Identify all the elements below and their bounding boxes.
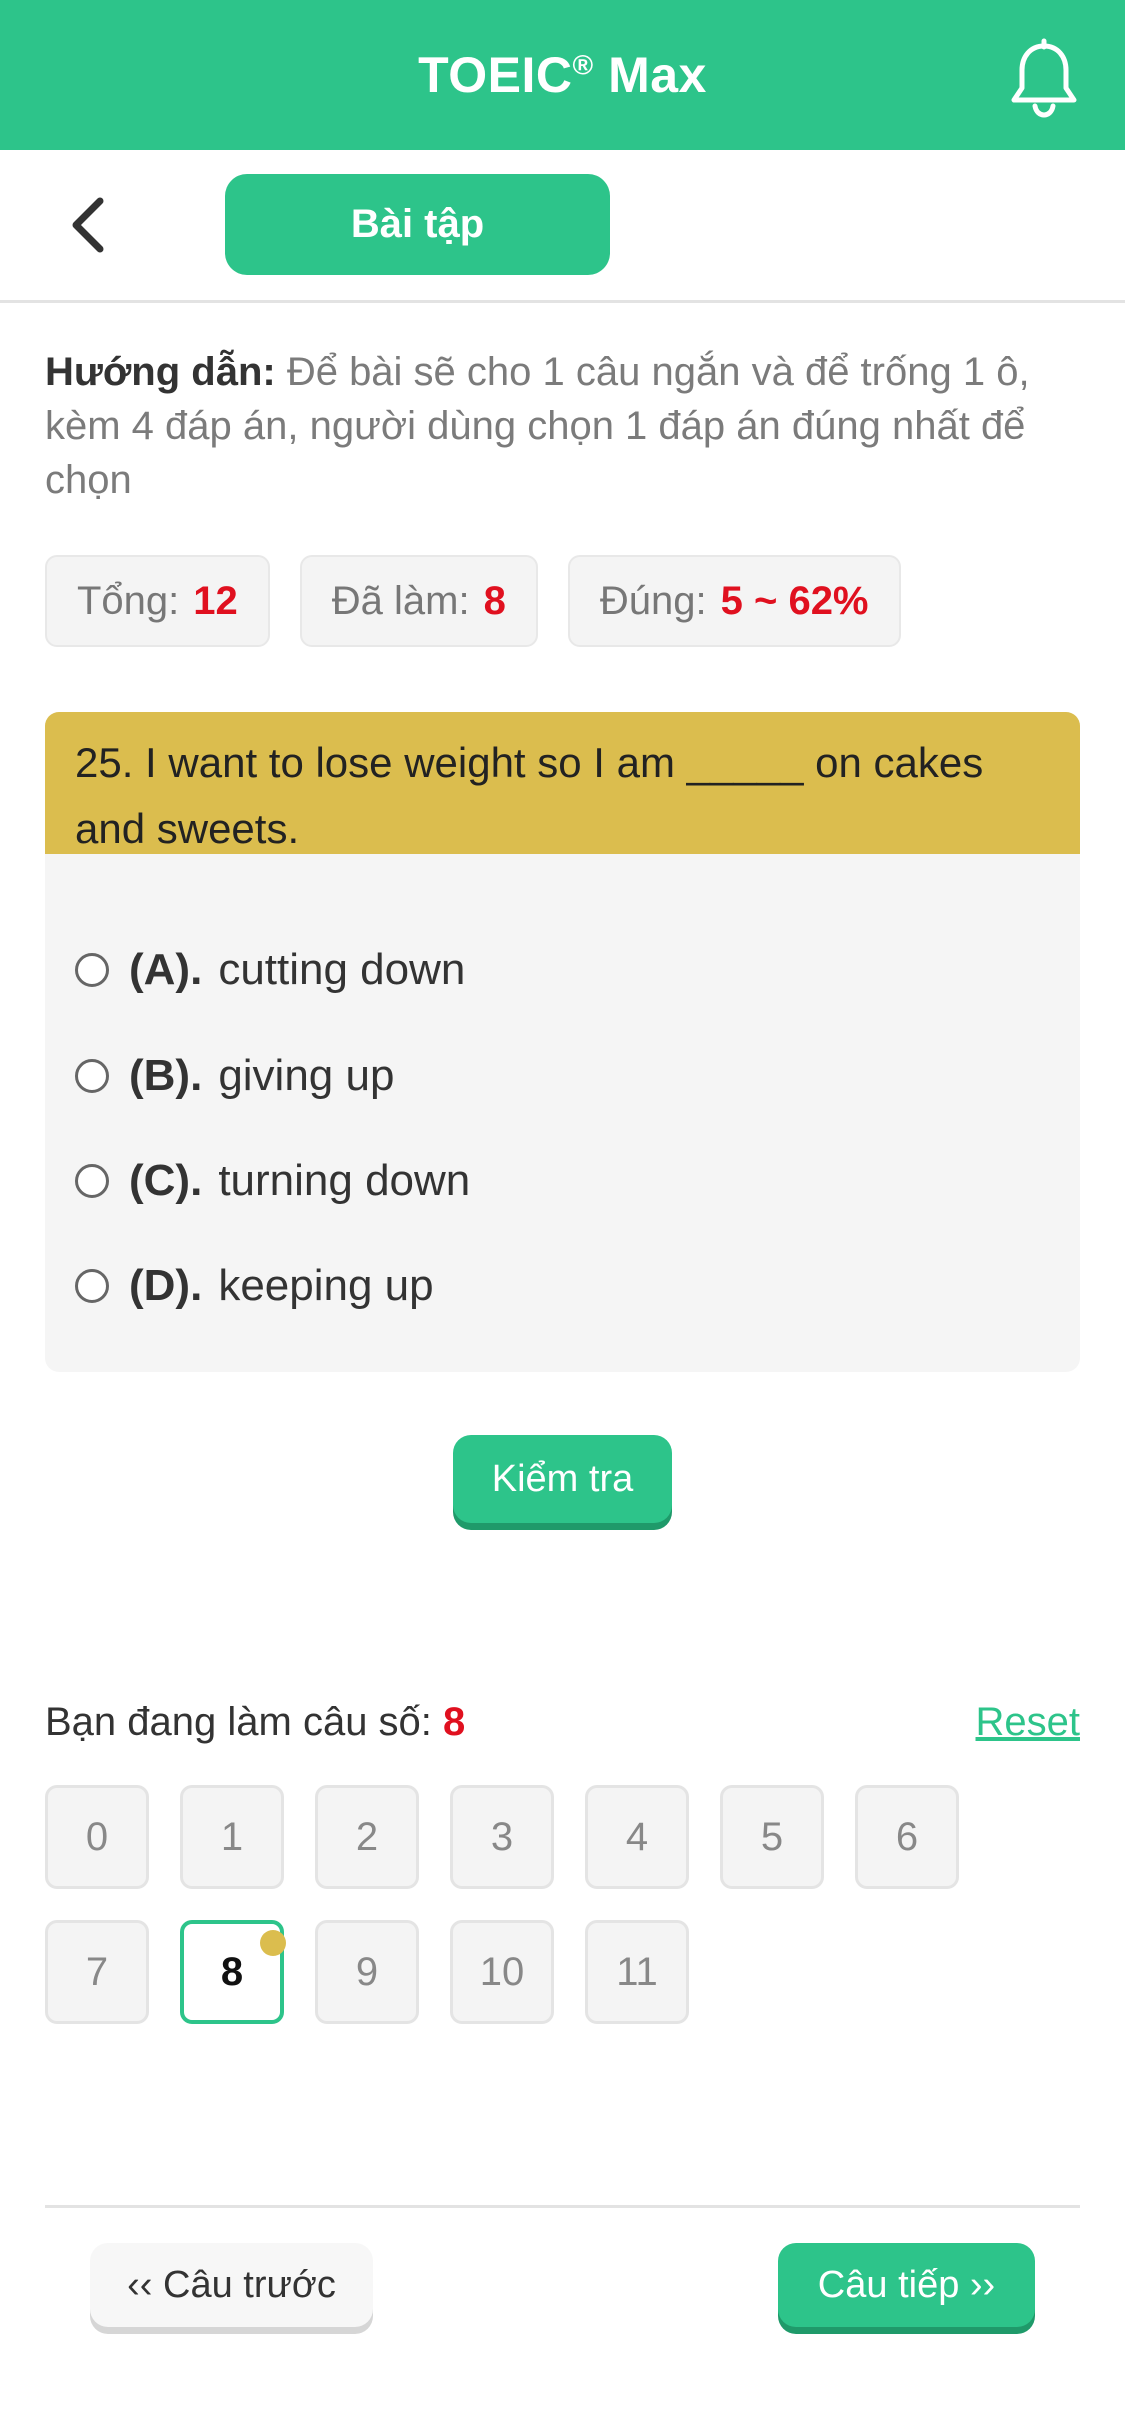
question-text: 25. I want to lose weight so I am _____ … — [45, 712, 1080, 854]
back-arrow-icon[interactable] — [60, 195, 120, 255]
question-number-9[interactable]: 9 — [315, 1920, 419, 2024]
question-number-10[interactable]: 10 — [450, 1920, 554, 2024]
question-number-3[interactable]: 3 — [450, 1785, 554, 1889]
footer-divider — [45, 2205, 1080, 2208]
option-b[interactable]: (B). giving up — [75, 1051, 394, 1101]
current-question-label: Bạn đang làm câu số: 8 — [45, 1700, 466, 1744]
question-number-8[interactable]: 8 — [180, 1920, 286, 2024]
instructions: Hướng dẫn: Để bài sẽ cho 1 câu ngắn và đ… — [45, 345, 1085, 507]
question-number-1[interactable]: 1 — [180, 1785, 284, 1889]
question-number-11[interactable]: 11 — [585, 1920, 689, 2024]
question-number-2[interactable]: 2 — [315, 1785, 419, 1889]
radio-b[interactable] — [75, 1059, 109, 1093]
stat-done: Đã làm: 8 — [299, 555, 538, 647]
instructions-label: Hướng dẫn: — [45, 350, 276, 394]
app-title: TOEIC® Max — [418, 47, 707, 103]
radio-c[interactable] — [75, 1164, 109, 1198]
tab-exercises[interactable]: Bài tập — [225, 174, 610, 275]
radio-d[interactable] — [75, 1269, 109, 1303]
check-button[interactable]: Kiểm tra — [453, 1435, 672, 1523]
current-indicator-dot — [260, 1930, 286, 1956]
question-number-0[interactable]: 0 — [45, 1785, 149, 1889]
question-number-6[interactable]: 6 — [855, 1785, 959, 1889]
stats-row: Tổng: 12 Đã làm: 8 Đúng: 5 ~ 62% — [45, 555, 901, 647]
radio-a[interactable] — [75, 953, 109, 987]
stat-total: Tổng: 12 — [45, 555, 270, 647]
stat-correct: Đúng: 5 ~ 62% — [567, 555, 901, 647]
reset-link[interactable]: Reset — [976, 1700, 1081, 1745]
sub-navigation: Bài tập — [0, 150, 1125, 303]
previous-question-button[interactable]: ‹‹ Câu trước — [90, 2243, 373, 2327]
bell-icon[interactable] — [1008, 38, 1080, 118]
option-d[interactable]: (D). keeping up — [75, 1261, 434, 1311]
question-card: 25. I want to lose weight so I am _____ … — [45, 712, 1080, 1372]
option-c[interactable]: (C). turning down — [75, 1156, 470, 1206]
registered-mark: ® — [572, 49, 594, 81]
current-question-number: 8 — [443, 1700, 466, 1744]
option-a[interactable]: (A). cutting down — [75, 945, 465, 995]
question-number-4[interactable]: 4 — [585, 1785, 689, 1889]
next-question-button[interactable]: Câu tiếp ›› — [778, 2243, 1035, 2327]
question-number-5[interactable]: 5 — [720, 1785, 824, 1889]
app-header: TOEIC® Max — [0, 0, 1125, 150]
question-number-7[interactable]: 7 — [45, 1920, 149, 2024]
